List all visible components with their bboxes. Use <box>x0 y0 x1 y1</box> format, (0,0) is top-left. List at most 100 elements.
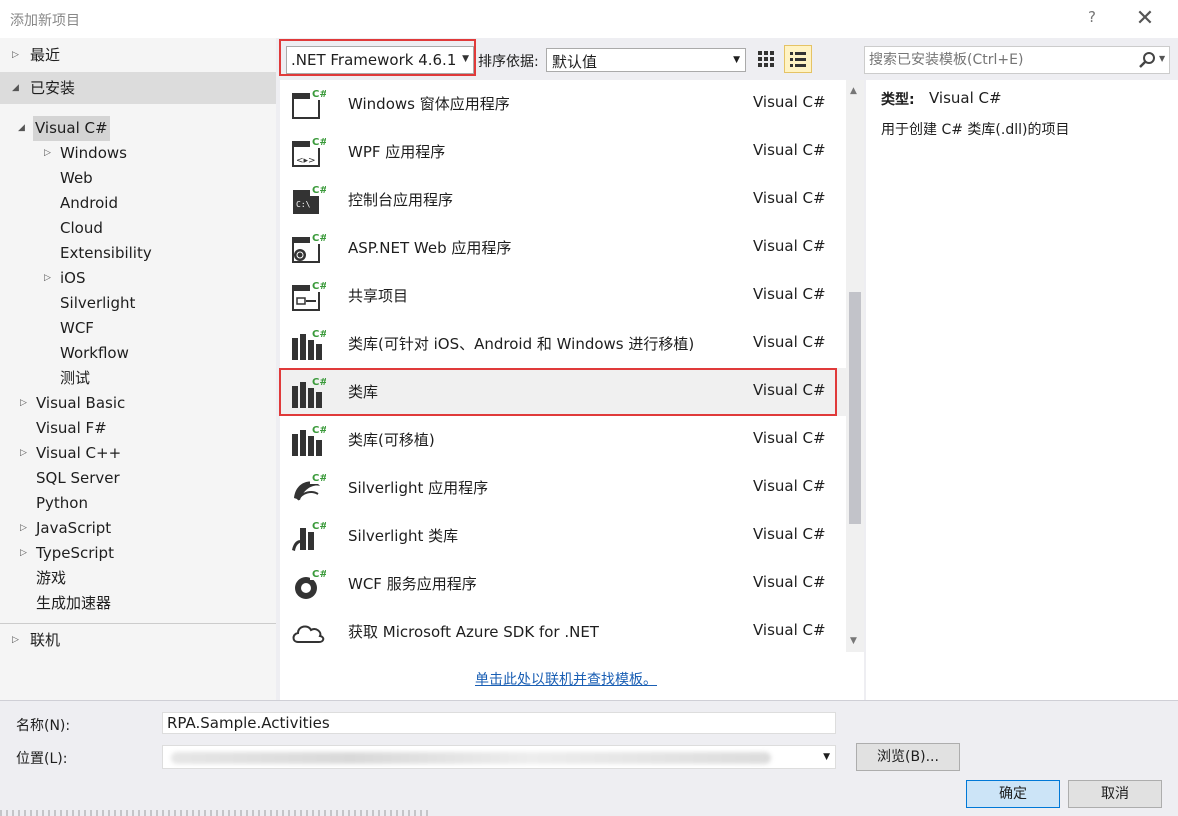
sort-dropdown[interactable]: 默认值 ▼ <box>546 48 746 72</box>
location-field[interactable]: ▼ <box>162 745 836 769</box>
tree-item-workflow[interactable]: Workflow <box>0 341 276 366</box>
tree-item-wcf[interactable]: WCF <box>0 316 276 341</box>
winforms-icon: C# <box>292 86 326 119</box>
tree-item-visual-basic[interactable]: ▷ Visual Basic <box>0 391 276 416</box>
template-language: Visual C# <box>753 429 826 447</box>
search-icon[interactable] <box>1137 50 1157 70</box>
tree-item-visual-fsharp[interactable]: Visual F# <box>0 416 276 441</box>
tree-item-label: 游戏 <box>36 569 67 587</box>
template-info-panel <box>866 80 1178 700</box>
template-item[interactable]: C# WCF 服务应用程序 Visual C# <box>280 560 846 608</box>
tree-item-label: 生成加速器 <box>36 594 112 612</box>
sort-label: 排序依据: <box>478 54 539 70</box>
template-item[interactable]: C:\ C# 控制台应用程序 Visual C# <box>280 176 846 224</box>
template-list-scrollbar[interactable]: ▲ ▼ <box>846 80 864 652</box>
tree-item-cloud[interactable]: Cloud <box>0 216 276 241</box>
shared-project-icon: C# <box>292 278 326 311</box>
tree-item-label: Extensibility <box>60 244 152 262</box>
scroll-thumb[interactable] <box>849 292 861 524</box>
tree-item-android[interactable]: Android <box>0 191 276 216</box>
search-input[interactable] <box>869 50 1129 70</box>
name-input[interactable] <box>163 713 835 733</box>
svg-text:C#: C# <box>312 281 326 292</box>
tree-item-label: Visual F# <box>36 419 107 437</box>
template-search[interactable]: ▼ <box>864 46 1170 74</box>
tree-item-label: iOS <box>60 269 86 287</box>
chevron-down-icon[interactable]: ▼ <box>1159 54 1165 63</box>
template-item[interactable]: C# 共享项目 Visual C# <box>280 272 846 320</box>
template-item[interactable]: C# Silverlight 类库 Visual C# <box>280 512 846 560</box>
svg-text:C#: C# <box>312 425 326 436</box>
tree-item-build-accelerator[interactable]: 生成加速器 <box>0 591 276 616</box>
expand-arrow-icon[interactable]: ▷ <box>20 541 27 566</box>
grid-view-button[interactable] <box>754 47 778 71</box>
template-language: Visual C# <box>753 573 826 591</box>
template-language: Visual C# <box>753 189 826 207</box>
browse-button[interactable]: 浏览(B)... <box>856 743 960 771</box>
template-item[interactable]: C# Silverlight 应用程序 Visual C# <box>280 464 846 512</box>
close-button[interactable]: ✕ <box>1130 5 1160 33</box>
cancel-button[interactable]: 取消 <box>1068 780 1162 808</box>
info-type-label: 类型: <box>881 92 915 108</box>
chevron-down-icon[interactable]: ▼ <box>823 752 830 762</box>
list-view-button[interactable] <box>784 45 812 73</box>
template-name: 类库(可针对 iOS、Android 和 Windows 进行移植) <box>348 335 695 353</box>
template-name: Silverlight 类库 <box>348 527 459 545</box>
tree-item-typescript[interactable]: ▷ TypeScript <box>0 541 276 566</box>
expand-arrow-icon[interactable]: ▷ <box>20 516 27 541</box>
tree-item-visual-cpp[interactable]: ▷ Visual C++ <box>0 441 276 466</box>
tree-item-ios[interactable]: ▷ iOS <box>0 266 276 291</box>
window-title: 添加新项目 <box>10 13 80 29</box>
tree-item-recent[interactable]: ▷ 最近 <box>0 43 276 68</box>
template-item[interactable]: C# 类库(可移植) Visual C# <box>280 416 846 464</box>
find-templates-online-link[interactable]: 单击此处以联机并查找模板。 <box>475 669 657 689</box>
tree-item-sql-server[interactable]: SQL Server <box>0 466 276 491</box>
tree-item-web[interactable]: Web <box>0 166 276 191</box>
template-item[interactable]: <▸> C# WPF 应用程序 Visual C# <box>280 128 846 176</box>
wcf-icon: C# <box>295 566 326 599</box>
tree-item-python[interactable]: Python <box>0 491 276 516</box>
tree-item-label: Silverlight <box>60 294 136 312</box>
template-language: Visual C# <box>753 93 826 111</box>
expand-arrow-icon[interactable]: ▷ <box>20 441 27 466</box>
name-field[interactable] <box>162 712 836 734</box>
highlight-box-framework <box>279 39 476 76</box>
expand-arrow-icon[interactable]: ▷ <box>44 141 51 166</box>
tree-item-javascript[interactable]: ▷ JavaScript <box>0 516 276 541</box>
template-item[interactable]: C# Windows 窗体应用程序 Visual C# <box>280 80 846 128</box>
tree-item-installed[interactable]: ◢ 已安装 <box>0 72 276 104</box>
grid-view-icon <box>758 51 774 67</box>
expand-arrow-icon[interactable]: ▷ <box>44 266 51 291</box>
tree-item-silverlight[interactable]: Silverlight <box>0 291 276 316</box>
expand-arrow-icon[interactable]: ▷ <box>12 628 19 653</box>
template-item[interactable]: 获取 Microsoft Azure SDK for .NET Visual C… <box>280 608 846 652</box>
template-item[interactable]: C# ASP.NET Web 应用程序 Visual C# <box>280 224 846 272</box>
location-label: 位置(L): <box>16 751 68 767</box>
tree-item-games[interactable]: 游戏 <box>0 566 276 591</box>
tree-item-online[interactable]: ▷ 联机 <box>0 628 276 653</box>
expand-arrow-icon[interactable]: ▷ <box>12 43 19 68</box>
tree-item-label: Python <box>36 494 88 512</box>
tree-item-label: Visual C# <box>33 116 110 141</box>
tree-item-visual-csharp[interactable]: ◢ Visual C# <box>0 116 276 141</box>
title-bar: 添加新项目 ? ✕ <box>0 0 1178 38</box>
scroll-up-icon[interactable]: ▲ <box>850 86 857 96</box>
template-name: 共享项目 <box>348 287 409 305</box>
help-button[interactable]: ? <box>1082 8 1102 30</box>
template-language: Visual C# <box>753 477 826 495</box>
scroll-down-icon[interactable]: ▼ <box>850 636 857 646</box>
svg-text:C#: C# <box>312 185 326 196</box>
tree-item-label: Visual C++ <box>36 444 122 462</box>
svg-text:C#: C# <box>312 137 326 148</box>
collapse-arrow-icon[interactable]: ◢ <box>12 72 19 104</box>
expand-arrow-icon[interactable]: ▷ <box>20 391 27 416</box>
chevron-down-icon[interactable]: ▼ <box>733 55 740 65</box>
tree-item-label: JavaScript <box>36 519 112 537</box>
tree-item-extensibility[interactable]: Extensibility <box>0 241 276 266</box>
tree-item-windows[interactable]: ▷ Windows <box>0 141 276 166</box>
collapse-arrow-icon[interactable]: ◢ <box>18 116 25 141</box>
tree-item-label: 最近 <box>30 46 61 64</box>
template-item[interactable]: C# 类库(可针对 iOS、Android 和 Windows 进行移植) Vi… <box>280 320 846 368</box>
tree-item-test[interactable]: 测试 <box>0 366 276 391</box>
ok-button[interactable]: 确定 <box>966 780 1060 808</box>
